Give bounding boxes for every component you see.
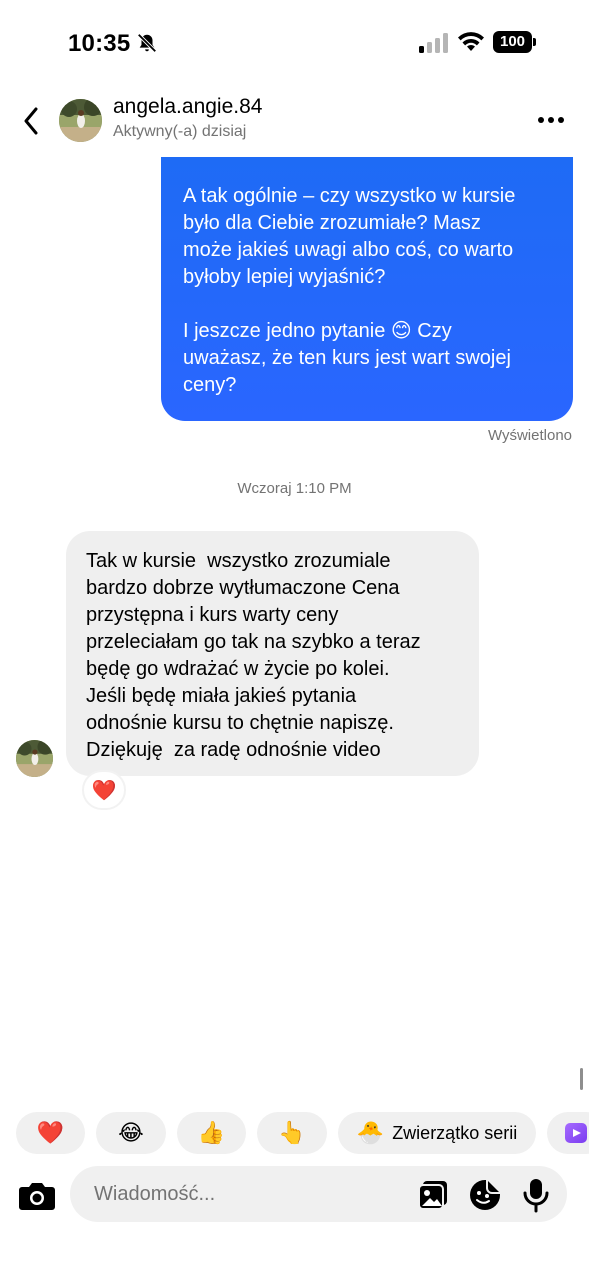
more-options-button[interactable] — [533, 110, 569, 130]
more-horizontal-icon — [538, 117, 564, 123]
quick-reply-point-up[interactable]: 👆 — [257, 1112, 327, 1154]
camera-icon[interactable] — [18, 1178, 56, 1212]
message-timestamp: Wczoraj 1:10 PM — [237, 480, 352, 497]
quick-reply-thumbs-up[interactable]: 👍 — [177, 1112, 246, 1154]
heart-emoji-icon: ❤️ — [36, 1120, 65, 1145]
chevron-left-icon — [24, 107, 38, 135]
status-time: 10:35 — [68, 30, 131, 57]
signal-icon — [419, 33, 448, 53]
streak-pet-label: Zwierzątko serii — [392, 1122, 518, 1143]
back-button[interactable] — [16, 105, 46, 137]
avatar-image — [16, 740, 53, 777]
sender-avatar[interactable] — [16, 740, 53, 777]
wifi-icon — [458, 32, 484, 51]
quick-reply-more[interactable] — [547, 1112, 589, 1154]
heart-reaction[interactable]: ❤️ — [82, 770, 126, 810]
chick-emoji-icon: 🐣 — [356, 1120, 385, 1145]
microphone-icon[interactable] — [522, 1177, 550, 1213]
quick-reply-heart[interactable]: ❤️ — [16, 1112, 85, 1154]
message-input[interactable] — [94, 1180, 394, 1208]
bell-off-icon — [137, 33, 157, 53]
quick-reply-row: ❤️ 😂 👍 👆 🐣 Zwierzątko serii — [16, 1112, 589, 1154]
gallery-icon[interactable] — [417, 1179, 449, 1211]
chat-header: angela.angie.84 Aktywny(-a) dzisiaj — [0, 88, 589, 154]
contact-name[interactable]: angela.angie.84 — [113, 95, 262, 119]
point-up-emoji-icon: 👆 — [278, 1120, 306, 1145]
quick-reply-streak-pet[interactable]: 🐣 Zwierzątko serii — [338, 1112, 536, 1154]
contact-status: Aktywny(-a) dzisiaj — [113, 123, 247, 140]
avatar-image — [59, 99, 102, 142]
contact-avatar[interactable] — [59, 99, 102, 142]
battery-icon: 100 — [493, 31, 537, 53]
thumbs-up-emoji-icon: 👍 — [197, 1120, 226, 1145]
quick-reply-laugh[interactable]: 😂 — [96, 1112, 166, 1154]
laughing-emoji-icon: 😂 — [118, 1120, 144, 1145]
sent-message-bubble[interactable]: A tak ogólnie – czy wszystko w kursie by… — [161, 157, 573, 421]
received-message-bubble[interactable]: Tak w kursie wszystko zrozumiale bardzo … — [66, 531, 479, 776]
battery-level: 100 — [493, 31, 532, 53]
status-bar: 10:35 100 — [0, 0, 589, 88]
sticker-icon[interactable] — [468, 1178, 502, 1212]
scrollbar[interactable] — [580, 1068, 583, 1090]
battery-tip — [533, 38, 536, 46]
reels-icon — [565, 1123, 587, 1143]
seen-label: Wyświetlono — [487, 427, 572, 444]
